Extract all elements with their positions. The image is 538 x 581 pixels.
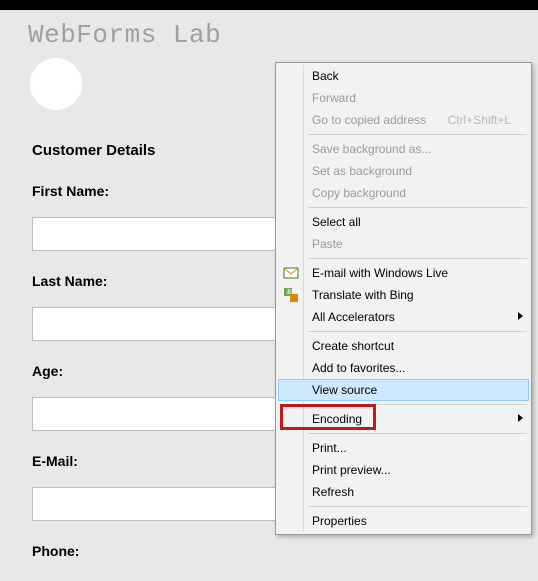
menu-separator	[308, 207, 527, 208]
menu-set-background: Set as background	[278, 160, 529, 182]
menu-email-label: E-mail with Windows Live	[312, 266, 448, 280]
menu-forward: Forward	[278, 87, 529, 109]
submenu-arrow-icon	[518, 414, 523, 422]
mail-icon	[283, 265, 299, 281]
translate-icon: あ	[283, 287, 299, 303]
menu-select-all[interactable]: Select all	[278, 211, 529, 233]
submenu-arrow-icon	[518, 312, 523, 320]
menu-encoding[interactable]: Encoding	[278, 408, 529, 430]
menu-email-windows-live[interactable]: E-mail with Windows Live	[278, 262, 529, 284]
phone-label: Phone:	[32, 543, 506, 559]
menu-save-background: Save background as...	[278, 138, 529, 160]
menu-separator	[308, 258, 527, 259]
menu-set-bg-label: Set as background	[312, 164, 412, 178]
menu-paste: Paste	[278, 233, 529, 255]
menu-separator	[308, 331, 527, 332]
menu-copy-bg-label: Copy background	[312, 186, 406, 200]
menu-forward-label: Forward	[312, 91, 356, 105]
menu-properties-label: Properties	[312, 514, 367, 528]
menu-separator	[308, 506, 527, 507]
menu-separator	[308, 134, 527, 135]
menu-save-bg-label: Save background as...	[312, 142, 431, 156]
menu-add-to-favorites[interactable]: Add to favorites...	[278, 357, 529, 379]
menu-back-label: Back	[312, 69, 339, 83]
menu-preview-label: Print preview...	[312, 463, 391, 477]
menu-separator	[308, 404, 527, 405]
menu-refresh-label: Refresh	[312, 485, 354, 499]
menu-translate-bing[interactable]: あ Translate with Bing	[278, 284, 529, 306]
menu-translate-label: Translate with Bing	[312, 288, 414, 302]
menu-select-all-label: Select all	[312, 215, 361, 229]
menu-back[interactable]: Back	[278, 65, 529, 87]
menu-shortcut-label: Create shortcut	[312, 339, 394, 353]
menu-favorites-label: Add to favorites...	[312, 361, 405, 375]
menu-view-source-label: View source	[312, 383, 377, 397]
menu-copied-addr-shortcut: Ctrl+Shift+L	[448, 109, 511, 131]
menu-separator	[308, 433, 527, 434]
menu-create-shortcut[interactable]: Create shortcut	[278, 335, 529, 357]
menu-encoding-label: Encoding	[312, 412, 362, 426]
svg-text:あ: あ	[286, 289, 292, 296]
menu-accelerators-label: All Accelerators	[312, 310, 395, 324]
window-top-border	[0, 0, 538, 10]
menu-properties[interactable]: Properties	[278, 510, 529, 532]
menu-paste-label: Paste	[312, 237, 343, 251]
header-badge-circle	[30, 58, 82, 110]
menu-print[interactable]: Print...	[278, 437, 529, 459]
menu-go-to-copied-address: Go to copied address Ctrl+Shift+L	[278, 109, 529, 131]
menu-copy-background: Copy background	[278, 182, 529, 204]
menu-view-source[interactable]: View source	[278, 379, 529, 401]
menu-print-preview[interactable]: Print preview...	[278, 459, 529, 481]
menu-copied-addr-label: Go to copied address	[312, 113, 426, 127]
site-title: WebForms Lab	[28, 20, 510, 50]
menu-all-accelerators[interactable]: All Accelerators	[278, 306, 529, 328]
menu-refresh[interactable]: Refresh	[278, 481, 529, 503]
context-menu: Back Forward Go to copied address Ctrl+S…	[275, 62, 532, 535]
menu-print-label: Print...	[312, 441, 347, 455]
